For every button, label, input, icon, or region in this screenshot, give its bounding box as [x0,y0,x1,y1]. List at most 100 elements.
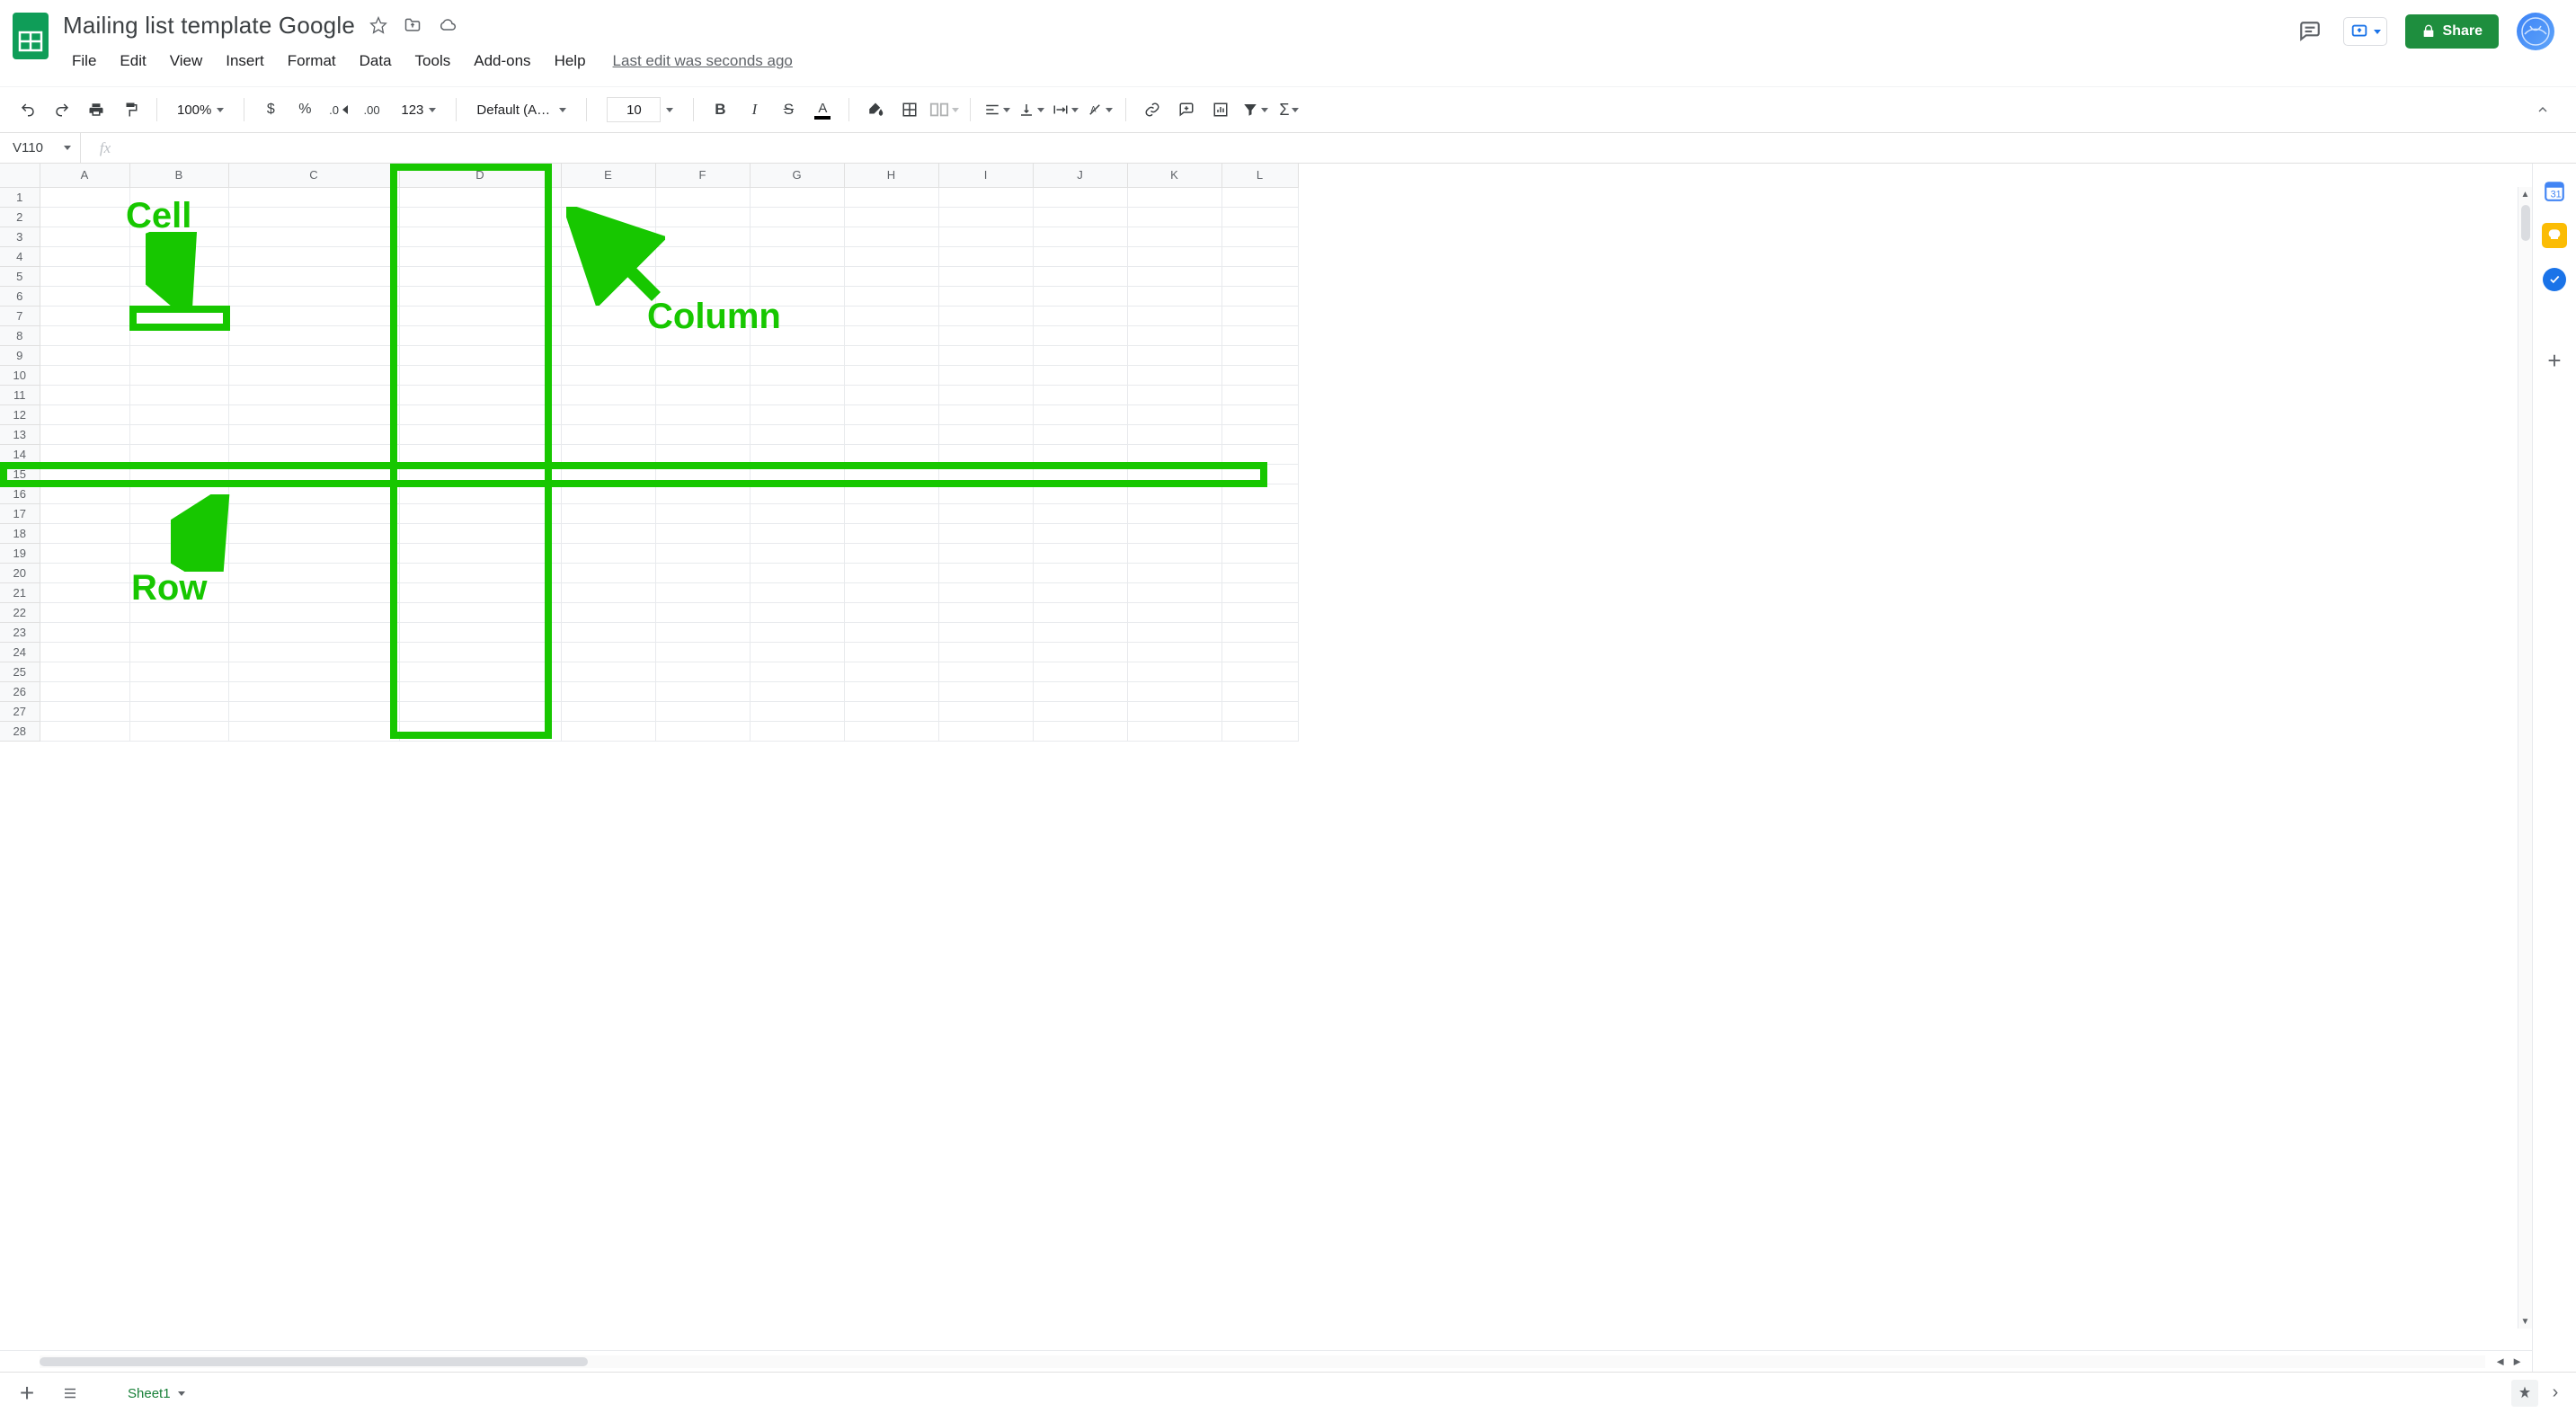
cell-E3[interactable] [561,227,655,246]
cell-D6[interactable] [399,286,561,306]
cell-A21[interactable] [40,582,129,602]
cell-H14[interactable] [844,444,938,464]
cell-C2[interactable] [228,207,399,227]
cell-C12[interactable] [228,404,399,424]
cell-E17[interactable] [561,503,655,523]
row-header-11[interactable]: 11 [0,385,40,404]
cell-F28[interactable] [655,721,750,741]
cell-C14[interactable] [228,444,399,464]
cell-E11[interactable] [561,385,655,404]
cell-H8[interactable] [844,325,938,345]
cell-F16[interactable] [655,484,750,503]
cell-D15[interactable] [399,464,561,484]
cell-J23[interactable] [1033,622,1127,642]
cell-I17[interactable] [938,503,1033,523]
cell-C1[interactable] [228,187,399,207]
cell-B1[interactable] [129,187,228,207]
row-header-24[interactable]: 24 [0,642,40,662]
spreadsheet-grid[interactable]: ABCDEFGHIJKL1234567891011121314151617181… [0,164,1299,742]
cell-L21[interactable] [1221,582,1298,602]
cell-L24[interactable] [1221,642,1298,662]
cell-F5[interactable] [655,266,750,286]
merge-cells-button[interactable] [928,94,959,125]
redo-button[interactable] [47,94,77,125]
cell-K7[interactable] [1127,306,1221,325]
cell-B13[interactable] [129,424,228,444]
cell-J2[interactable] [1033,207,1127,227]
cell-G24[interactable] [750,642,844,662]
cell-H7[interactable] [844,306,938,325]
cell-C7[interactable] [228,306,399,325]
cell-F2[interactable] [655,207,750,227]
cell-I7[interactable] [938,306,1033,325]
cell-F17[interactable] [655,503,750,523]
cell-G16[interactable] [750,484,844,503]
cell-L8[interactable] [1221,325,1298,345]
column-header-G[interactable]: G [750,164,844,187]
cell-D17[interactable] [399,503,561,523]
text-color-button[interactable]: A [807,94,838,125]
cell-B8[interactable] [129,325,228,345]
cell-G17[interactable] [750,503,844,523]
cell-F19[interactable] [655,543,750,563]
cell-K25[interactable] [1127,662,1221,681]
cell-E26[interactable] [561,681,655,701]
row-header-4[interactable]: 4 [0,246,40,266]
cell-F22[interactable] [655,602,750,622]
cell-G13[interactable] [750,424,844,444]
last-edit-link[interactable]: Last edit was seconds ago [613,52,793,70]
cell-D11[interactable] [399,385,561,404]
cell-B27[interactable] [129,701,228,721]
cell-B7[interactable] [129,306,228,325]
cell-C5[interactable] [228,266,399,286]
cell-G22[interactable] [750,602,844,622]
cell-C6[interactable] [228,286,399,306]
cell-D3[interactable] [399,227,561,246]
cell-C25[interactable] [228,662,399,681]
cell-E21[interactable] [561,582,655,602]
cell-D7[interactable] [399,306,561,325]
cell-F11[interactable] [655,385,750,404]
font-size-select[interactable]: 10 [598,93,682,126]
cell-H3[interactable] [844,227,938,246]
cell-G12[interactable] [750,404,844,424]
cell-A17[interactable] [40,503,129,523]
cell-J20[interactable] [1033,563,1127,582]
cell-J18[interactable] [1033,523,1127,543]
cell-F9[interactable] [655,345,750,365]
cell-J11[interactable] [1033,385,1127,404]
cell-L20[interactable] [1221,563,1298,582]
cell-J3[interactable] [1033,227,1127,246]
cell-A19[interactable] [40,543,129,563]
cell-I20[interactable] [938,563,1033,582]
cell-J21[interactable] [1033,582,1127,602]
cell-B4[interactable] [129,246,228,266]
cell-G28[interactable] [750,721,844,741]
cell-F8[interactable] [655,325,750,345]
column-header-F[interactable]: F [655,164,750,187]
cell-I19[interactable] [938,543,1033,563]
cell-L26[interactable] [1221,681,1298,701]
cell-K13[interactable] [1127,424,1221,444]
row-header-21[interactable]: 21 [0,582,40,602]
cell-F26[interactable] [655,681,750,701]
move-icon[interactable] [404,16,422,34]
cell-B5[interactable] [129,266,228,286]
cell-E25[interactable] [561,662,655,681]
cell-D25[interactable] [399,662,561,681]
cell-D26[interactable] [399,681,561,701]
cell-B19[interactable] [129,543,228,563]
cell-K28[interactable] [1127,721,1221,741]
cell-J16[interactable] [1033,484,1127,503]
cell-A23[interactable] [40,622,129,642]
cell-A18[interactable] [40,523,129,543]
comments-button[interactable] [2295,16,2325,47]
cell-H25[interactable] [844,662,938,681]
sheets-app-icon[interactable] [13,13,49,59]
cell-C9[interactable] [228,345,399,365]
cell-B15[interactable] [129,464,228,484]
cell-B3[interactable] [129,227,228,246]
cell-K4[interactable] [1127,246,1221,266]
cell-B16[interactable] [129,484,228,503]
cell-E18[interactable] [561,523,655,543]
